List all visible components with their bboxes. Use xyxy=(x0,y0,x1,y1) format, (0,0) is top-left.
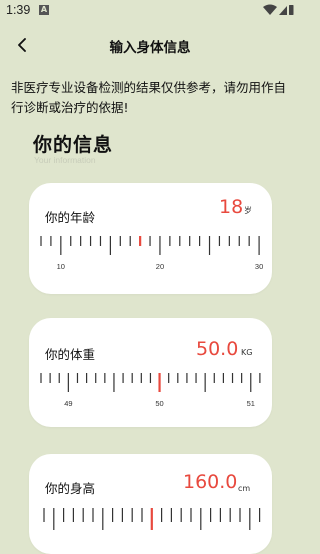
weight-value: 50.0 xyxy=(196,338,239,360)
age-value: 18 xyxy=(219,196,244,218)
signal-icon xyxy=(279,6,287,15)
notification-icon: A xyxy=(39,5,49,15)
weight-label: 你的体重 xyxy=(45,347,96,362)
wifi-icon xyxy=(263,4,277,15)
status-bar: 1:39 A xyxy=(0,0,300,22)
height-value: 160.0 xyxy=(183,471,238,493)
status-icons xyxy=(262,4,294,16)
age-ruler[interactable]: 10 20 30 xyxy=(39,231,267,281)
weight-ruler[interactable]: 49 50 51 xyxy=(39,368,267,418)
weight-unit: KG xyxy=(241,348,253,357)
height-unit: cm xyxy=(238,484,251,493)
app-bar: 输入身体信息 xyxy=(0,28,300,64)
age-card: 你的年龄 18 岁 10 20 30 xyxy=(29,183,272,294)
ruler-tick-label: 50 xyxy=(155,399,163,408)
weight-card: 你的体重 50.0 KG 49 50 51 xyxy=(29,318,272,427)
height-card: 你的身高 160.0 cm xyxy=(29,454,272,554)
ruler-tick-label: 20 xyxy=(156,262,164,271)
height-label: 你的身高 xyxy=(45,481,96,496)
ruler-tick-label: 10 xyxy=(57,262,65,271)
ruler-tick-label: 30 xyxy=(255,262,263,271)
status-time: 1:39 xyxy=(6,3,31,17)
height-ruler[interactable] xyxy=(39,500,267,550)
section-subtitle: Your information xyxy=(34,155,96,165)
disclaimer-text: 非医疗专业设备检测的结果仅供参考，请勿用作自行诊断或治疗的依据! xyxy=(11,80,287,115)
age-unit: 岁 xyxy=(244,206,252,215)
page-title: 输入身体信息 xyxy=(109,40,191,56)
ruler-tick-label: 51 xyxy=(247,399,255,408)
section-title: 你的信息 xyxy=(33,134,114,156)
battery-icon xyxy=(289,5,294,15)
age-label: 你的年龄 xyxy=(45,210,96,225)
ruler-tick-label: 49 xyxy=(64,399,72,408)
